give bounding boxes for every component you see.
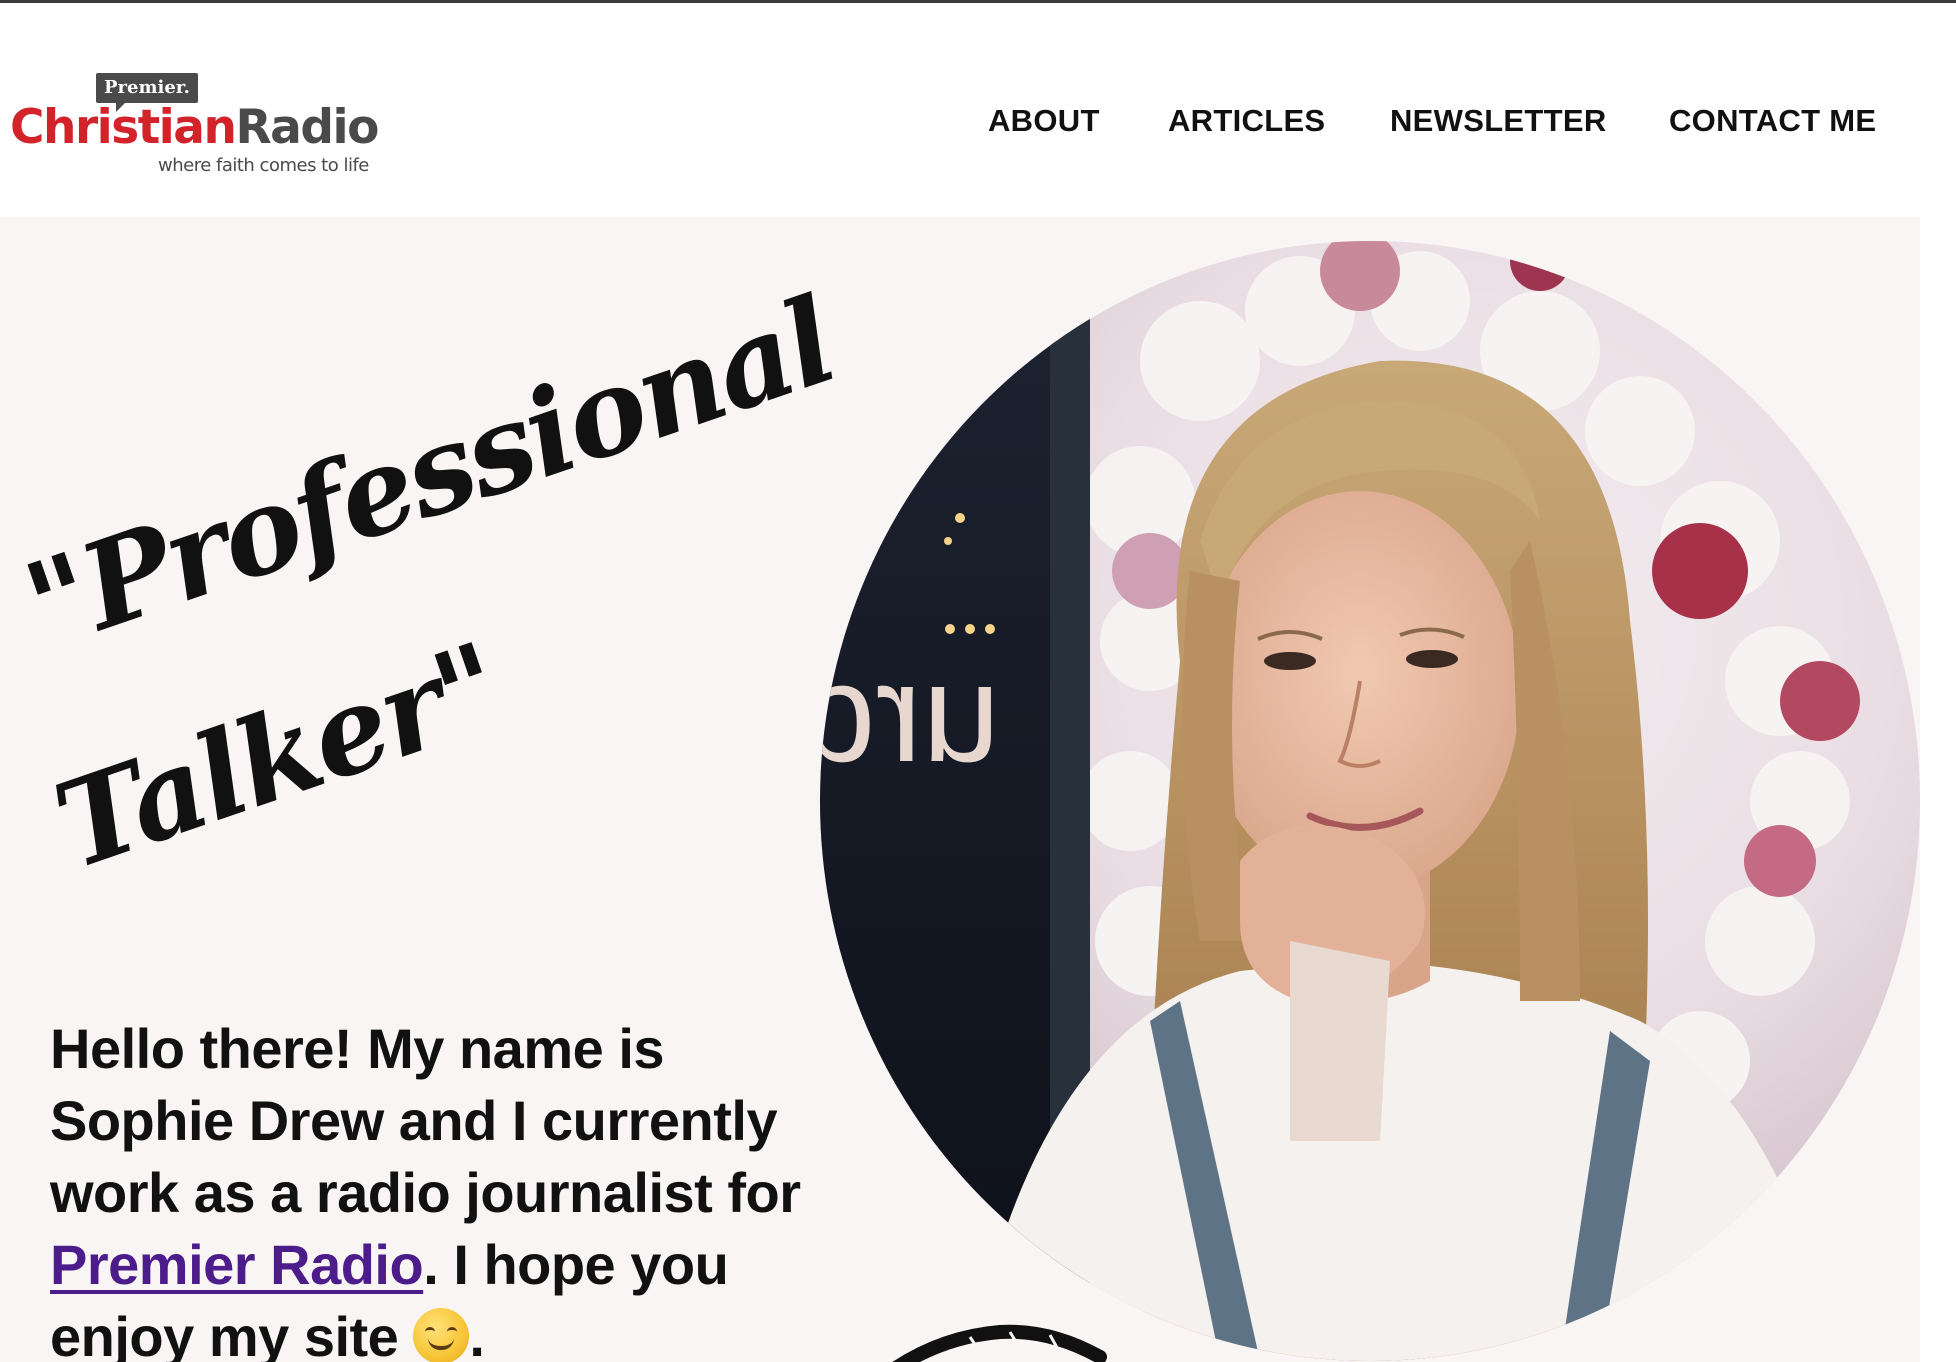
decorative-scribble [892, 1324, 1107, 1362]
hero-headline: "Professional Talker" [9, 271, 850, 896]
hero-section: "Professional Talker" Hello there! My na… [0, 217, 1920, 1362]
svg-text:urd: urd [820, 634, 1000, 791]
smiling-face-icon [413, 1308, 470, 1362]
intro-paragraph: Hello there! My name is Sophie Drew and … [50, 1013, 850, 1362]
nav-item-contact-me[interactable]: CONTACT ME [1669, 99, 1876, 143]
intro-text-end: . [469, 1305, 485, 1362]
profile-photo: urd [820, 241, 1920, 1361]
headline-line-1: "Professional [8, 270, 850, 676]
profile-photo-illustration: urd [820, 241, 1920, 1361]
headline-line-2: Talker" [38, 615, 517, 896]
logo-tagline: where faith comes to life [158, 155, 369, 176]
main-nav: ABOUT ARTICLES NEWSLETTER CONTACT ME [0, 99, 1956, 143]
nav-item-newsletter[interactable]: NEWSLETTER [1390, 99, 1607, 143]
nav-item-articles[interactable]: ARTICLES [1168, 99, 1325, 143]
nav-item-about[interactable]: ABOUT [988, 99, 1100, 143]
intro-text-start: Hello there! My name is Sophie Drew and … [50, 1017, 801, 1224]
premier-radio-link[interactable]: Premier Radio [50, 1233, 424, 1296]
site-header: Premier. ChristianRadio where faith come… [0, 3, 1956, 217]
